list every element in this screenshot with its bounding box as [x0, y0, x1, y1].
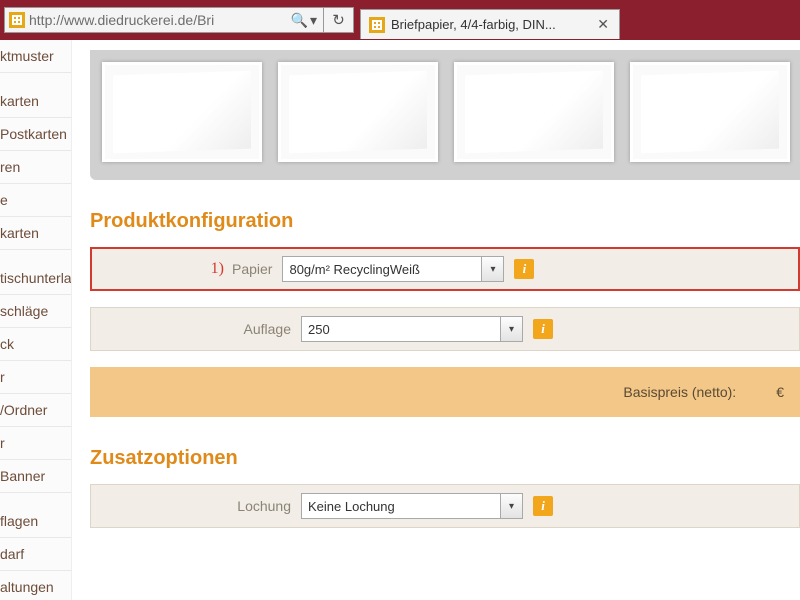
section-heading-extras: Zusatzoptionen — [90, 447, 800, 470]
thumbnail-strip — [90, 50, 800, 180]
sidebar-item[interactable]: schläge — [0, 295, 71, 328]
browser-tab[interactable]: Briefpapier, 4/4-farbig, DIN... ✕ — [360, 9, 620, 39]
config-row-lochung: Lochung Keine Lochung ▾ i — [90, 484, 800, 528]
sidebar-item[interactable]: r — [0, 427, 71, 460]
product-thumbnail[interactable] — [102, 62, 262, 162]
field-label: Auflage — [91, 321, 301, 337]
sidebar-spacer — [0, 73, 71, 85]
page: ktmuster karten Postkarten ren e karten … — [0, 40, 800, 600]
sidebar-spacer — [0, 250, 71, 262]
sidebar-item[interactable]: altungen — [0, 571, 71, 600]
tab-title: Briefpapier, 4/4-farbig, DIN... — [391, 17, 595, 32]
info-icon[interactable]: i — [533, 319, 553, 339]
field-label: Papier — [232, 261, 282, 277]
product-thumbnail[interactable] — [630, 62, 790, 162]
sidebar-spacer — [0, 493, 71, 505]
field-label: Lochung — [91, 498, 301, 514]
address-bar[interactable]: http://www.diedruckerei.de/Bri 🔍 ▾ — [4, 7, 324, 33]
product-thumbnail[interactable] — [454, 62, 614, 162]
product-thumbnail[interactable] — [278, 62, 438, 162]
sidebar-item[interactable]: tischunterlagen — [0, 262, 71, 295]
config-row-auflage: Auflage 250 ▾ i — [90, 307, 800, 351]
auflage-select[interactable]: 250 ▾ — [301, 316, 523, 342]
sidebar-item[interactable]: r — [0, 361, 71, 394]
section-heading-config: Produktkonfiguration — [90, 210, 800, 233]
sidebar-item[interactable]: /Ordner — [0, 394, 71, 427]
sidebar-item[interactable]: karten — [0, 85, 71, 118]
chevron-down-icon[interactable]: ▾ — [501, 493, 523, 519]
chevron-down-icon[interactable]: ▾ — [501, 316, 523, 342]
price-label: Basispreis (netto): — [623, 384, 736, 400]
dropdown-icon[interactable]: ▾ — [310, 12, 317, 29]
sidebar-item[interactable]: ktmuster — [0, 40, 71, 73]
sidebar: ktmuster karten Postkarten ren e karten … — [0, 40, 72, 600]
main-content: Produktkonfiguration 1) Papier 80g/m² Re… — [72, 40, 800, 600]
close-icon[interactable]: ✕ — [595, 16, 611, 33]
config-row-papier: 1) Papier 80g/m² RecyclingWeiß ▾ i — [90, 247, 800, 291]
favicon — [369, 17, 385, 33]
chevron-down-icon[interactable]: ▾ — [482, 256, 504, 282]
sidebar-item[interactable]: Banner — [0, 460, 71, 493]
sidebar-item[interactable]: e — [0, 184, 71, 217]
sidebar-item[interactable]: flagen — [0, 505, 71, 538]
select-value[interactable]: 80g/m² RecyclingWeiß — [282, 256, 482, 282]
url-text: http://www.diedruckerei.de/Bri — [29, 12, 285, 28]
annotation-marker: 1) — [92, 260, 232, 278]
sidebar-item[interactable]: Postkarten — [0, 118, 71, 151]
papier-select[interactable]: 80g/m² RecyclingWeiß ▾ — [282, 256, 504, 282]
select-value[interactable]: 250 — [301, 316, 501, 342]
price-box: Basispreis (netto): € — [90, 367, 800, 417]
site-icon — [9, 12, 25, 28]
sidebar-item[interactable]: karten — [0, 217, 71, 250]
sidebar-item[interactable]: ren — [0, 151, 71, 184]
info-icon[interactable]: i — [533, 496, 553, 516]
sidebar-item[interactable]: darf — [0, 538, 71, 571]
info-icon[interactable]: i — [514, 259, 534, 279]
browser-chrome: http://www.diedruckerei.de/Bri 🔍 ▾ ↻ Bri… — [0, 0, 800, 40]
search-icon[interactable]: 🔍 — [291, 12, 308, 29]
lochung-select[interactable]: Keine Lochung ▾ — [301, 493, 523, 519]
select-value[interactable]: Keine Lochung — [301, 493, 501, 519]
refresh-button[interactable]: ↻ — [324, 7, 354, 33]
sidebar-item[interactable]: ck — [0, 328, 71, 361]
price-currency: € — [776, 384, 784, 400]
